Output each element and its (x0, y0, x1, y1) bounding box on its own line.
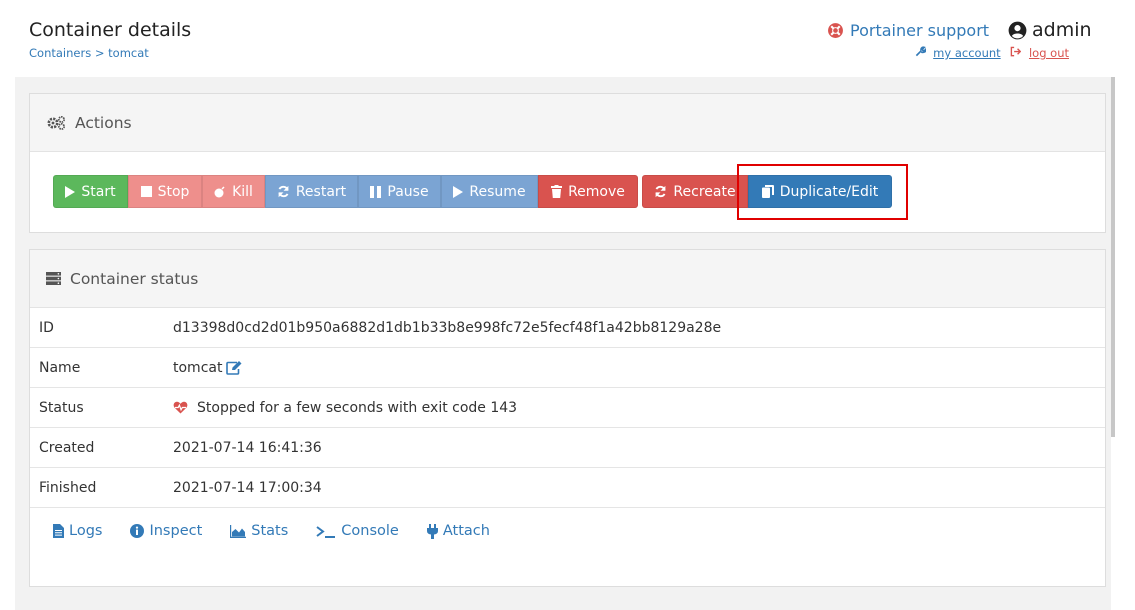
actions-panel: Actions Start Stop Kill Restart Pause Re… (29, 93, 1106, 233)
scrollbar[interactable] (1111, 77, 1115, 437)
portainer-support-label: Portainer support (850, 21, 990, 40)
start-button[interactable]: Start (53, 175, 128, 208)
status-row-id: ID d13398d0cd2d01b950a6882d1db1b33b8e998… (30, 308, 1105, 348)
row-label: Status (39, 399, 84, 416)
refresh-icon (278, 185, 289, 198)
remove-button[interactable]: Remove (538, 175, 638, 208)
row-label: Created (39, 439, 95, 456)
container-id-value: d13398d0cd2d01b950a6882d1db1b33b8e998fc7… (173, 319, 722, 336)
logs-link[interactable]: Logs (53, 523, 102, 539)
refresh-icon (655, 185, 666, 198)
container-name-value: tomcat (173, 359, 223, 376)
container-name-cell: tomcat (173, 360, 242, 376)
heartbeat-icon (173, 401, 188, 414)
page-title: Container details (29, 19, 192, 41)
user-menu[interactable]: admin (1008, 19, 1092, 41)
created-value: 2021-07-14 16:41:36 (173, 439, 322, 456)
sign-out-icon (1010, 46, 1025, 60)
log-out-link[interactable]: log out (1029, 46, 1069, 60)
container-status-value: Stopped for a few seconds with exit code… (197, 399, 518, 416)
container-links: Logs Inspect Stats Console Attach (53, 523, 518, 539)
file-icon (53, 524, 64, 538)
container-status-cell: Stopped for a few seconds with exit code… (173, 400, 517, 416)
stop-button[interactable]: Stop (128, 175, 202, 208)
server-icon (46, 272, 61, 285)
row-label: ID (39, 319, 54, 336)
pause-icon (370, 185, 382, 198)
breadcrumb-current[interactable]: tomcat (108, 46, 149, 60)
bomb-icon (214, 185, 225, 197)
container-status-heading-bar: Container status (30, 250, 1105, 308)
stop-icon (140, 186, 152, 197)
stats-link[interactable]: Stats (230, 523, 288, 539)
actions-panel-heading: Actions (30, 94, 1105, 152)
kill-button[interactable]: Kill (202, 175, 265, 208)
play-icon (453, 185, 464, 198)
breadcrumb-separator: > (94, 46, 105, 60)
status-row-status: Status Stopped for a few seconds with ex… (30, 388, 1105, 428)
pause-button[interactable]: Pause (358, 175, 441, 208)
life-ring-icon (827, 22, 844, 39)
breadcrumb-containers-link[interactable]: Containers (29, 46, 91, 60)
user-links: my account log out (915, 46, 1069, 60)
finished-value: 2021-07-14 17:00:34 (173, 479, 322, 496)
top-bar: Container details Containers > tomcat Po… (0, 0, 1111, 77)
portainer-support-link[interactable]: Portainer support (827, 21, 989, 40)
recreate-button[interactable]: Recreate (642, 175, 748, 208)
inspect-link[interactable]: Inspect (130, 523, 202, 539)
plug-icon (426, 523, 438, 539)
status-row-finished: Finished 2021-07-14 17:00:34 (30, 468, 1105, 508)
status-table: ID d13398d0cd2d01b950a6882d1db1b33b8e998… (30, 308, 1105, 508)
resume-button[interactable]: Resume (441, 175, 538, 208)
trash-icon (551, 185, 563, 198)
status-row-name: Name tomcat (30, 348, 1105, 388)
row-label: Finished (39, 479, 97, 496)
highlight-box (737, 164, 908, 220)
attach-link[interactable]: Attach (426, 523, 490, 539)
cogs-icon (46, 115, 66, 131)
row-label: Name (39, 359, 81, 376)
info-circle-icon (130, 524, 145, 538)
terminal-icon (316, 525, 336, 538)
wrench-icon (915, 46, 930, 60)
play-icon (65, 185, 76, 198)
console-link[interactable]: Console (316, 523, 399, 539)
status-row-created: Created 2021-07-14 16:41:36 (30, 428, 1105, 468)
container-status-panel: Container status ID d13398d0cd2d01b950a6… (29, 249, 1106, 587)
restart-button[interactable]: Restart (265, 175, 358, 208)
breadcrumb: Containers > tomcat (29, 46, 149, 60)
edit-icon[interactable] (226, 360, 242, 375)
area-chart-icon (230, 524, 247, 538)
username: admin (1032, 19, 1092, 41)
my-account-link[interactable]: my account (933, 46, 1000, 60)
container-status-heading: Container status (70, 269, 199, 288)
user-circle-icon (1008, 21, 1027, 40)
actions-heading: Actions (75, 113, 132, 132)
